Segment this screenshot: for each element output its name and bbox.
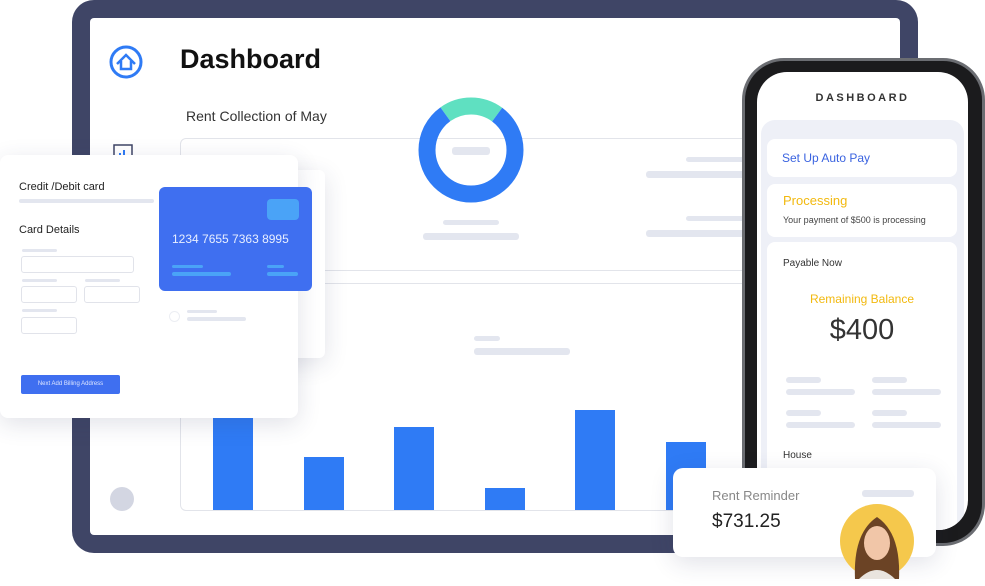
- placeholder-line: [872, 410, 907, 416]
- house-circle-icon[interactable]: [108, 44, 144, 80]
- placeholder-line: [19, 199, 154, 203]
- house-label: House: [783, 450, 812, 461]
- placeholder-line: [474, 348, 570, 355]
- placeholder-line: [85, 279, 120, 282]
- placeholder-line: [187, 317, 246, 321]
- bar-4: [484, 488, 525, 510]
- processing-text: Your payment of $500 is processing: [783, 215, 926, 225]
- placeholder-line: [22, 279, 57, 282]
- placeholder-line: [862, 490, 914, 497]
- placeholder-line: [872, 377, 907, 383]
- remaining-balance-label: Remaining Balance: [809, 292, 915, 306]
- placeholder-line: [423, 233, 519, 240]
- payable-now-label: Payable Now: [783, 258, 842, 269]
- zip-input[interactable]: [21, 317, 77, 334]
- bar-2: [303, 457, 344, 510]
- credit-card: 1234 7655 7363 8995: [159, 187, 312, 291]
- card-chip-icon: [267, 199, 299, 220]
- placeholder-line: [474, 336, 500, 341]
- next-billing-button[interactable]: Next Add Billing Address: [21, 375, 120, 394]
- phone-title: DASHBOARD: [815, 92, 910, 104]
- placeholder-line: [872, 422, 941, 428]
- user-avatar: [840, 504, 914, 579]
- bar-3: [394, 427, 435, 510]
- page-title: Dashboard: [180, 44, 322, 74]
- card-number-input[interactable]: [21, 256, 134, 273]
- cvv-input[interactable]: [84, 286, 140, 303]
- form-title: Credit /Debit card: [19, 181, 105, 193]
- placeholder-line: [786, 377, 821, 383]
- rent-collection-title: Rent Collection of May: [186, 108, 327, 124]
- bar-1: [213, 418, 253, 510]
- placeholder-line: [786, 410, 821, 416]
- placeholder-line: [786, 422, 855, 428]
- placeholder-line: [686, 216, 746, 221]
- autopay-link[interactable]: Set Up Auto Pay: [782, 151, 870, 165]
- placeholder-line: [267, 272, 298, 276]
- placeholder-line: [22, 249, 57, 252]
- placeholder-line: [172, 272, 231, 276]
- placeholder-line: [187, 310, 217, 313]
- card-details-label: Card Details: [19, 224, 80, 236]
- placeholder-line: [646, 230, 746, 237]
- placeholder-line: [872, 389, 941, 395]
- remaining-balance-amount: $400: [829, 314, 895, 346]
- placeholder-line: [686, 157, 746, 162]
- processing-title: Processing: [783, 193, 848, 208]
- reminder-amount: $731.25: [712, 511, 781, 532]
- bar-5: [575, 410, 616, 510]
- card-number: 1234 7655 7363 8995: [172, 232, 289, 246]
- user-avatar-placeholder[interactable]: [110, 487, 134, 511]
- placeholder-line: [443, 220, 499, 225]
- placeholder-line: [646, 171, 746, 178]
- phone-screen: DASHBOARD Set Up Auto Pay Processing You…: [757, 72, 968, 530]
- autopay-card[interactable]: Set Up Auto Pay: [767, 139, 957, 177]
- placeholder-line: [267, 265, 284, 268]
- processing-card: Processing Your payment of $500 is proce…: [767, 184, 957, 237]
- expiry-input[interactable]: [21, 286, 77, 303]
- placeholder-line: [22, 309, 57, 312]
- reminder-label: Rent Reminder: [712, 488, 800, 503]
- placeholder-line: [786, 389, 855, 395]
- placeholder-line: [172, 265, 203, 268]
- placeholder-line: [452, 147, 490, 155]
- save-card-radio[interactable]: [169, 311, 180, 322]
